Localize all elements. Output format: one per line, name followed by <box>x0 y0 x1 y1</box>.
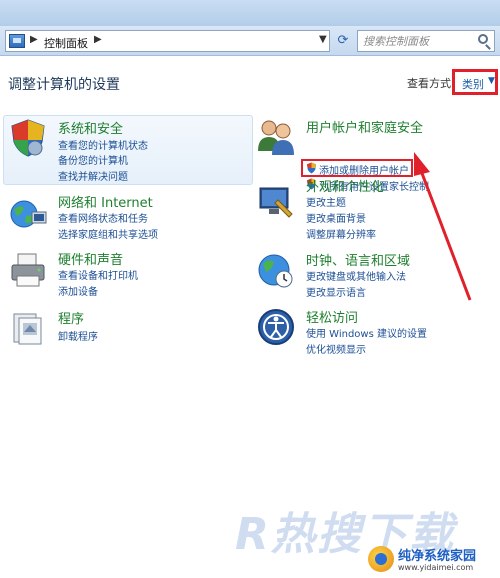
refresh-icon[interactable]: ⟳ <box>333 31 353 51</box>
search-icon[interactable] <box>478 34 488 44</box>
printer-icon[interactable] <box>8 250 48 290</box>
link-change-keyboard[interactable]: 更改键盘或其他输入法 <box>306 268 406 283</box>
programs-icon[interactable] <box>8 308 48 348</box>
network-globe-icon[interactable] <box>8 194 48 234</box>
link-add-remove-user-accounts[interactable]: 添加或删除用户帐户 <box>319 162 409 177</box>
link-view-computer-status[interactable]: 查看您的计算机状态 <box>58 137 148 152</box>
link-network-status[interactable]: 查看网络状态和任务 <box>58 210 148 225</box>
category-title-user-accounts[interactable]: 用户帐户和家庭安全 <box>306 117 423 136</box>
uac-shield-icon <box>306 162 317 174</box>
link-add-device[interactable]: 添加设备 <box>58 283 98 298</box>
site-logo: 纯净系统家园 www.yidaimei.com <box>368 542 498 576</box>
breadcrumb-arrow-icon[interactable]: ▶ <box>30 34 38 45</box>
users-icon[interactable] <box>256 117 296 157</box>
page-title: 调整计算机的设置 <box>8 77 120 93</box>
link-change-desktop-background[interactable]: 更改桌面背景 <box>306 210 366 225</box>
link-change-display-language[interactable]: 更改显示语言 <box>306 284 366 299</box>
category-title-appearance[interactable]: 外观和个性化 <box>306 176 384 195</box>
view-by-label: 查看方式 <box>407 77 451 90</box>
link-recommended-settings[interactable]: 使用 Windows 建议的设置 <box>306 325 427 340</box>
window-titlebar <box>0 0 500 26</box>
link-uninstall-program[interactable]: 卸载程序 <box>58 328 98 343</box>
category-title-ease-of-access[interactable]: 轻松访问 <box>306 307 358 326</box>
address-bar[interactable]: ▶ 控制面板 ▶ ▼ <box>5 30 330 52</box>
link-troubleshoot[interactable]: 查找并解决问题 <box>58 168 128 183</box>
search-input[interactable] <box>363 33 473 49</box>
category-title-system-security[interactable]: 系统和安全 <box>58 118 123 137</box>
search-box[interactable] <box>357 30 495 52</box>
link-devices-printers[interactable]: 查看设备和打印机 <box>58 267 138 282</box>
category-title-programs[interactable]: 程序 <box>58 308 84 327</box>
logo-name: 纯净系统家园 <box>398 549 477 564</box>
category-title-network[interactable]: 网络和 Internet <box>58 192 153 211</box>
breadcrumb-arrow-icon[interactable]: ▶ <box>94 34 102 45</box>
category-title-hardware-sound[interactable]: 硬件和声音 <box>58 249 123 268</box>
clock-globe-icon[interactable] <box>256 250 296 290</box>
category-title-clock-language[interactable]: 时钟、语言和区域 <box>306 250 410 269</box>
address-dropdown-icon[interactable]: ▼ <box>319 34 327 45</box>
view-by-dropdown[interactable]: 类别 ▼ <box>452 69 498 95</box>
link-backup-computer[interactable]: 备份您的计算机 <box>58 152 128 167</box>
logo-icon <box>368 546 394 572</box>
link-optimize-visual-display[interactable]: 优化视频显示 <box>306 341 366 356</box>
chevron-down-icon[interactable]: ▼ <box>488 76 495 86</box>
view-by-value[interactable]: 类别 <box>462 76 484 92</box>
link-homegroup-sharing[interactable]: 选择家庭组和共享选项 <box>58 226 158 241</box>
display-icon[interactable] <box>256 182 296 222</box>
link-change-theme[interactable]: 更改主题 <box>306 194 346 209</box>
link-screen-resolution[interactable]: 调整屏幕分辨率 <box>306 226 376 241</box>
ease-of-access-icon[interactable] <box>256 307 296 347</box>
breadcrumb-control-panel[interactable]: 控制面板 <box>44 35 88 51</box>
shield-icon[interactable] <box>8 118 48 158</box>
logo-url: www.yidaimei.com <box>398 563 474 572</box>
address-toolbar: ▶ 控制面板 ▶ ▼ ⟳ <box>0 26 500 56</box>
control-panel-icon <box>9 34 25 48</box>
